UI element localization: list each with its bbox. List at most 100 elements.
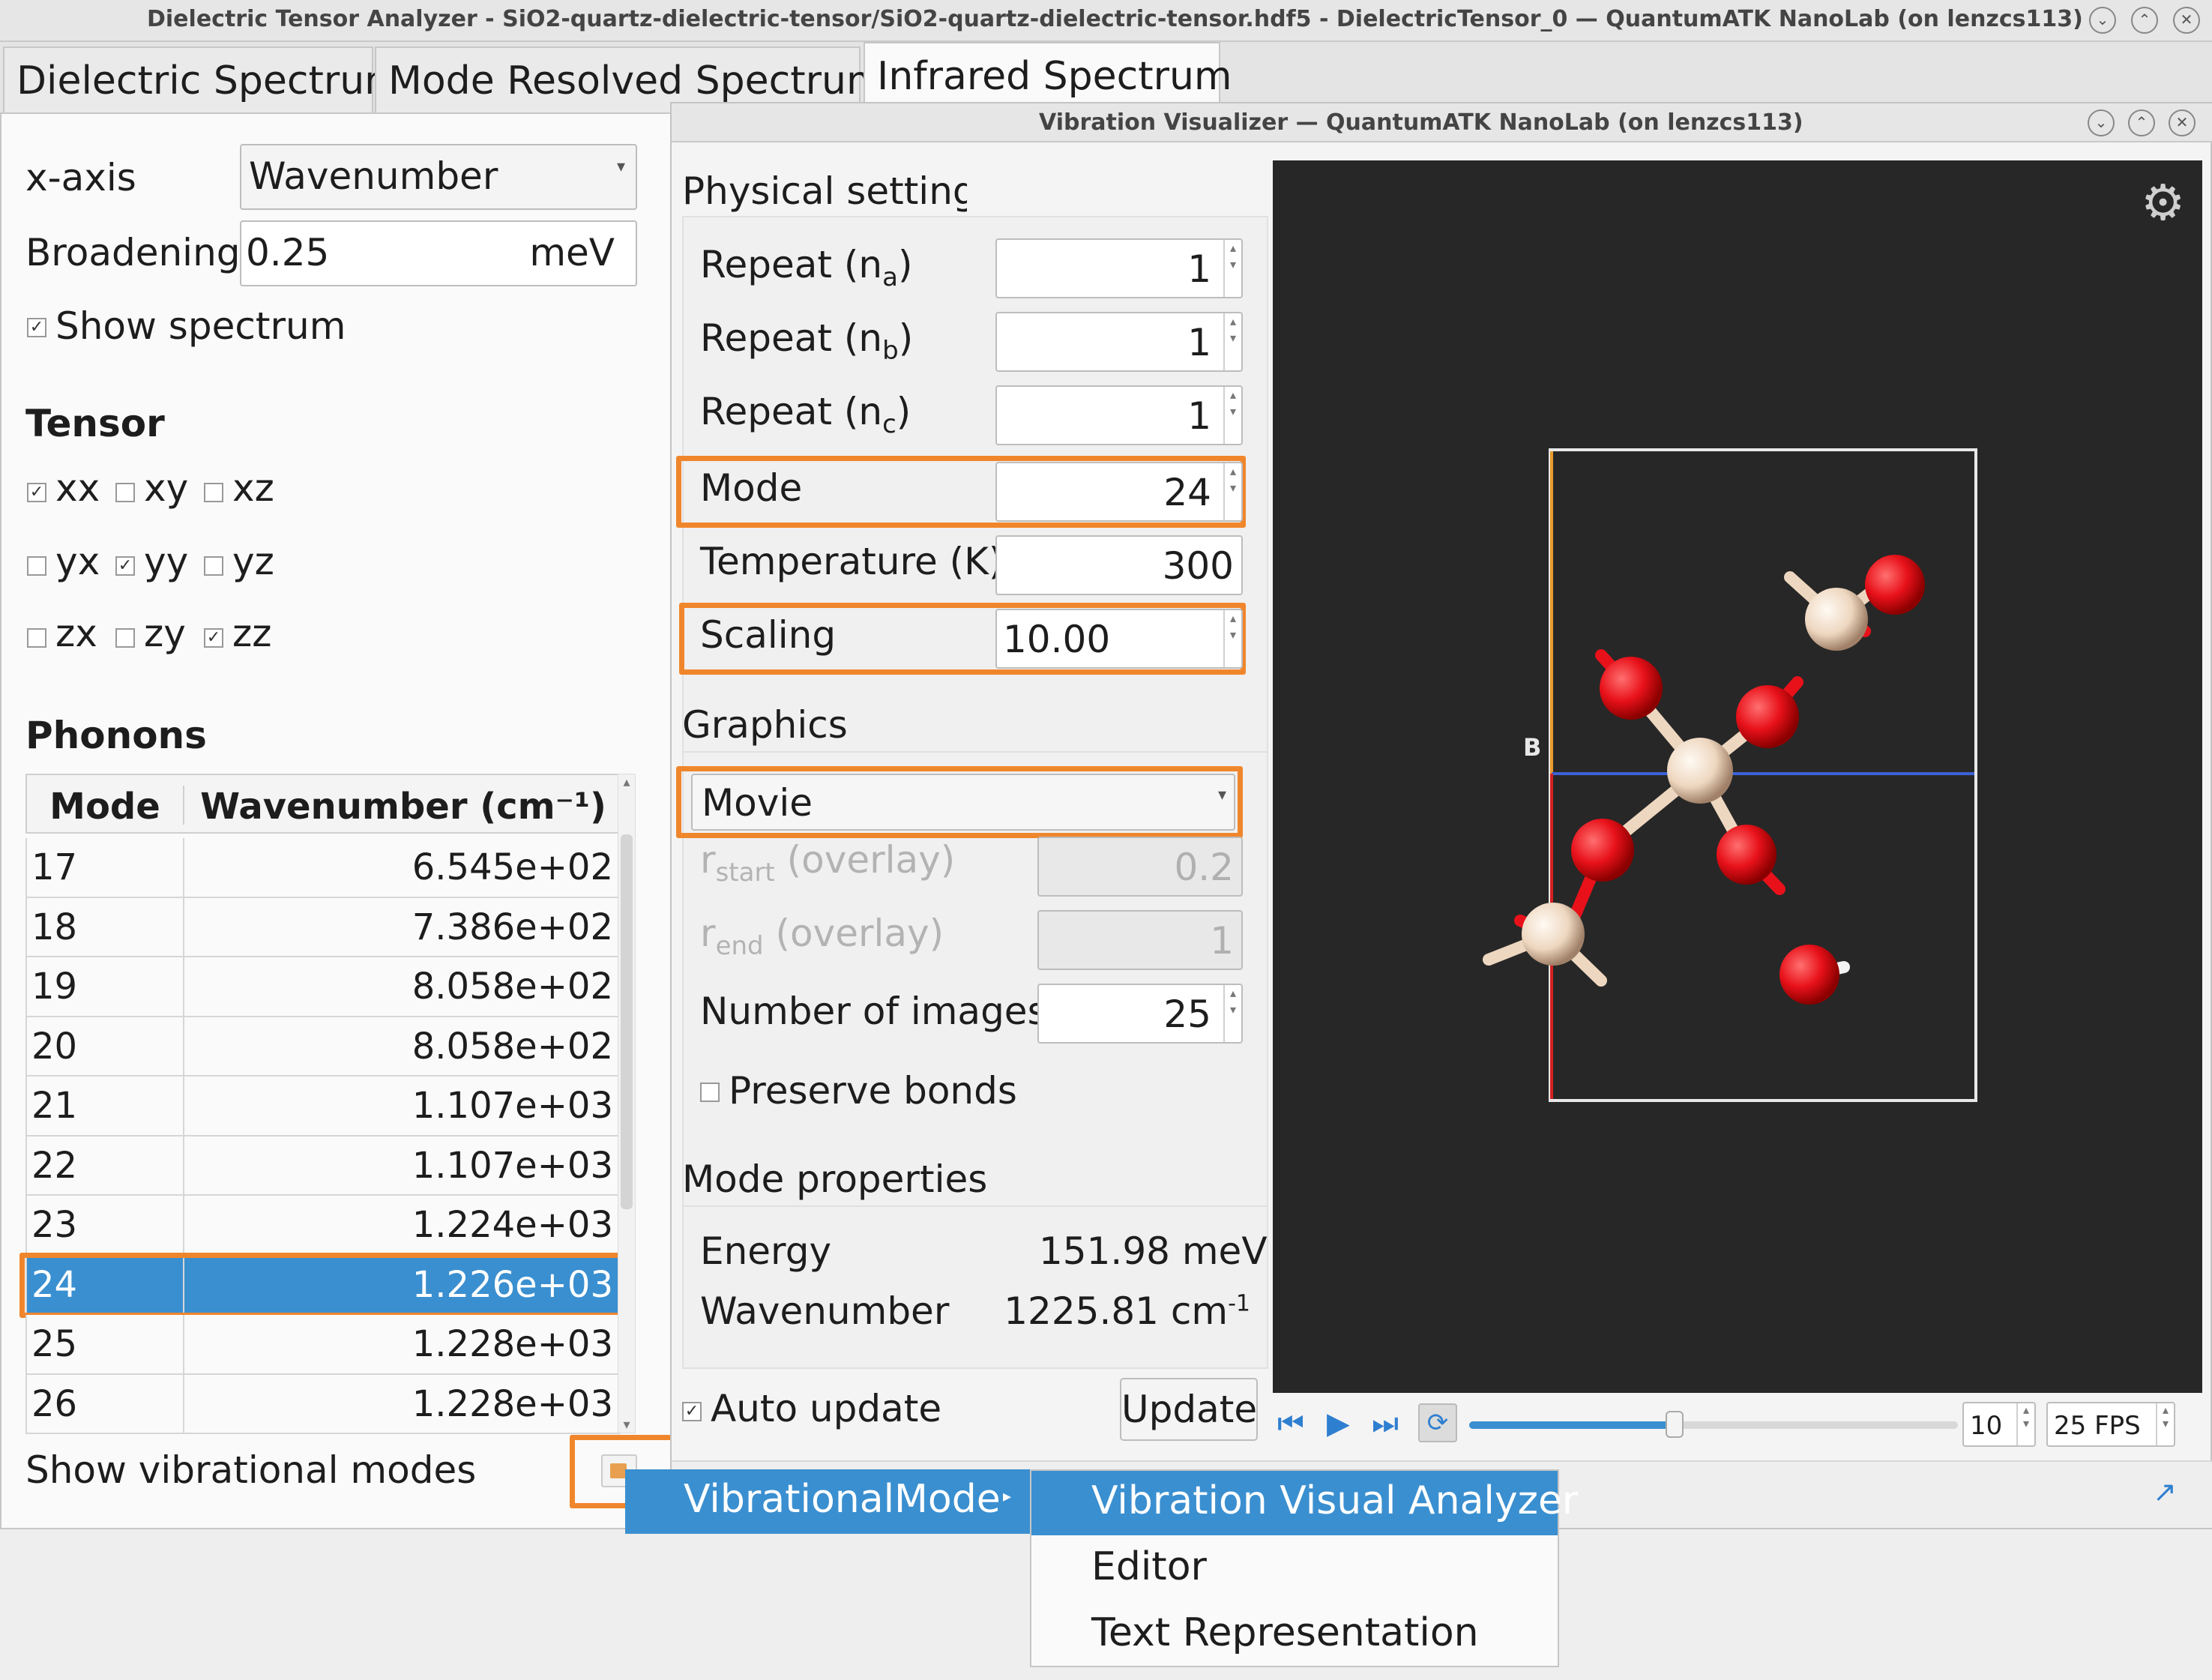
table-scrollbar[interactable]: ▴ ▾ [618, 774, 636, 1433]
r-end-input[interactable]: 1 [1037, 910, 1243, 970]
cell-wavenumber: 1.224e+03 [412, 1204, 613, 1246]
graphics-mode-select[interactable]: Movie ▾ [691, 774, 1235, 831]
table-row[interactable]: 22 1.107e+03 [25, 1136, 621, 1196]
temperature-input[interactable]: 300 [995, 535, 1243, 595]
loop-icon[interactable]: ⟳ [1418, 1403, 1457, 1442]
r-start-value: 0.2 [1174, 846, 1234, 889]
table-row[interactable]: 20 8.058e+02 [25, 1017, 621, 1077]
tensor-xy-checkbox[interactable] [115, 483, 135, 502]
molecule-viewport[interactable]: ⚙ B [1273, 160, 2202, 1393]
table-row[interactable]: 19 8.058e+02 [25, 957, 621, 1017]
scroll-thumb[interactable] [621, 834, 633, 1209]
tensor-yz-checkbox[interactable] [204, 556, 223, 576]
table-row[interactable]: 23 1.224e+03 [25, 1196, 621, 1256]
close-icon[interactable]: ✕ [2173, 7, 2200, 34]
scroll-up-icon[interactable]: ▴ [618, 774, 635, 790]
skip-back-icon[interactable]: ⏮ [1277, 1406, 1304, 1441]
repeat-b-label-sub: b [882, 336, 899, 366]
temperature-label: Temperature (K) [700, 540, 1004, 583]
tensor-xx-checkbox[interactable]: ✓ [27, 483, 46, 502]
tensor-zz-checkbox[interactable]: ✓ [204, 628, 223, 648]
fps-input[interactable]: 25 FPS ▴ ▾ [2046, 1402, 2175, 1447]
tensor-yx-checkbox[interactable] [27, 556, 46, 576]
silicon-atom [1667, 738, 1733, 804]
table-row[interactable]: 26 1.228e+03 [25, 1374, 621, 1434]
menu-item-vibrationalmode[interactable]: VibrationalMode [684, 1477, 1001, 1522]
context-menu-root[interactable]: VibrationalMode ▸ [625, 1469, 1030, 1534]
scaling-input[interactable]: 10.00 ▴ ▾ [995, 609, 1243, 669]
molecule-structure [1483, 448, 1977, 1102]
r-start-input[interactable]: 0.2 [1037, 837, 1243, 897]
repeat-a-spinner-icon[interactable]: ▴ ▾ [1223, 240, 1241, 297]
graphics-mode-value: Movie [702, 781, 813, 825]
mode-spinner-icon[interactable]: ▴ ▾ [1223, 463, 1241, 520]
table-row[interactable]: 18 7.386e+02 [25, 897, 621, 957]
preserve-bonds-checkbox[interactable] [700, 1083, 720, 1102]
r-end-label: rend (overlay) [700, 912, 944, 961]
number-of-images-input[interactable]: 25 ▴ ▾ [1037, 984, 1243, 1044]
repeat-c-value: 1 [1187, 394, 1211, 438]
repeat-a-input[interactable]: 1 ▴ ▾ [995, 238, 1243, 298]
frame-spinner-icon[interactable]: ▴ ▾ [2016, 1403, 2034, 1445]
header-wavenumber[interactable]: Wavenumber (cm⁻¹) [186, 786, 621, 828]
menu-item-editor[interactable]: Editor [1091, 1544, 1207, 1589]
visualizer-maximize-icon[interactable]: ⌃ [2128, 109, 2155, 136]
repeat-b-label-end: ) [898, 316, 914, 360]
table-row[interactable]: 17 6.545e+02 [25, 838, 621, 898]
table-header: Mode Wavenumber (cm⁻¹) [25, 774, 621, 834]
tensor-xz-checkbox[interactable] [204, 483, 223, 502]
cell-mode: 21 [27, 1077, 184, 1135]
external-link-icon[interactable]: ↗ [2145, 1475, 2184, 1514]
r-end-label-sub: end [715, 931, 764, 961]
submenu-arrow-icon: ▸ [1003, 1487, 1012, 1506]
tensor-zy-label: zy [144, 612, 186, 655]
frame-input[interactable]: 10 ▴ ▾ [1962, 1402, 2036, 1447]
maximize-icon[interactable]: ⌃ [2131, 7, 2158, 34]
repeat-c-spinner-icon[interactable]: ▴ ▾ [1223, 387, 1241, 444]
menu-item-vibration-visual-analyzer[interactable]: Vibration Visual Analyzer [1091, 1478, 1578, 1523]
broadening-value: 0.25 [246, 231, 330, 274]
tensor-yy-label: yy [144, 540, 189, 583]
oxygen-atom [1736, 685, 1799, 748]
scaling-spinner-icon[interactable]: ▴ ▾ [1223, 610, 1241, 667]
repeat-c-input[interactable]: 1 ▴ ▾ [995, 385, 1243, 445]
play-icon[interactable]: ▶ [1327, 1406, 1350, 1441]
cell-mode: 19 [27, 957, 184, 1016]
phonons-title: Phonons [25, 714, 207, 757]
context-submenu: Vibration Visual Analyzer Editor Text Re… [1030, 1469, 1578, 1667]
repeat-b-spinner-icon[interactable]: ▴ ▾ [1223, 313, 1241, 370]
header-mode[interactable]: Mode [27, 786, 184, 828]
mode-input[interactable]: 24 ▴ ▾ [995, 462, 1243, 522]
minimize-icon[interactable]: ⌄ [2089, 7, 2116, 34]
tab-dielectric-spectrum[interactable]: Dielectric Spectrum [3, 46, 403, 114]
number-of-images-label: Number of images [700, 990, 1047, 1033]
show-spectrum-checkbox[interactable]: ✓ [27, 318, 46, 337]
tensor-zx-checkbox[interactable] [27, 628, 46, 648]
repeat-a-label-main: Repeat (n [700, 243, 883, 286]
repeat-a-value: 1 [1187, 247, 1211, 291]
repeat-a-label-end: ) [897, 243, 913, 286]
wavenumber-unit-sup: -1 [1228, 1290, 1250, 1317]
table-row[interactable]: 21 1.107e+03 [25, 1077, 621, 1136]
skip-forward-icon[interactable]: ⏭ [1372, 1406, 1399, 1441]
playback-slider-handle[interactable] [1665, 1411, 1684, 1438]
broadening-input[interactable]: 0.25 meV [240, 220, 637, 286]
physical-settings-title: Physical settings [682, 169, 967, 213]
table-row[interactable]: 25 1.228e+03 [25, 1315, 621, 1375]
repeat-c-label-sub: c [882, 409, 896, 439]
visualizer-close-icon[interactable]: ✕ [2169, 109, 2196, 136]
r-start-label-sub: start [715, 858, 775, 888]
playback-slider-track[interactable] [1469, 1411, 1958, 1438]
scroll-down-icon[interactable]: ▾ [618, 1417, 635, 1433]
tensor-zy-checkbox[interactable] [115, 628, 135, 648]
fps-spinner-icon[interactable]: ▴ ▾ [2156, 1403, 2174, 1445]
xaxis-select[interactable]: Wavenumber ▾ [240, 144, 637, 210]
number-of-images-spinner-icon[interactable]: ▴ ▾ [1223, 985, 1241, 1042]
tensor-yy-checkbox[interactable]: ✓ [115, 556, 135, 576]
repeat-b-input[interactable]: 1 ▴ ▾ [995, 312, 1243, 372]
update-button[interactable]: Update [1120, 1378, 1258, 1441]
tensor-xx-label: xx [55, 466, 100, 510]
auto-update-checkbox[interactable]: ✓ [682, 1402, 702, 1421]
visualizer-minimize-icon[interactable]: ⌄ [2088, 109, 2115, 136]
menu-item-text-representation[interactable]: Text Representation [1091, 1610, 1479, 1655]
